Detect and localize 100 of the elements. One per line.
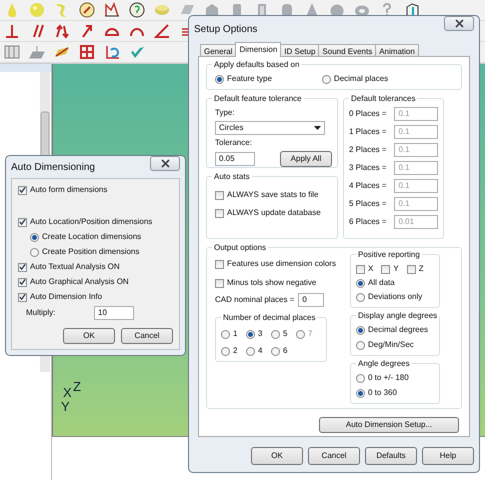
close-button[interactable] xyxy=(150,156,180,171)
option-label: ALWAYS save stats to file xyxy=(227,189,318,201)
close-icon xyxy=(160,159,170,168)
field-label: 1 Places = xyxy=(349,126,388,138)
checkbox[interactable] xyxy=(18,292,27,302)
radio-button[interactable] xyxy=(30,248,39,256)
panel-header xyxy=(0,64,51,72)
option-label: Z xyxy=(418,263,424,275)
radio-button[interactable] xyxy=(322,74,331,84)
axis-label: Y xyxy=(61,400,70,413)
checkbox[interactable] xyxy=(215,278,224,288)
radio-button[interactable] xyxy=(221,330,230,338)
field-label: 4 Places = xyxy=(349,180,388,192)
option-label: Auto Dimension Info xyxy=(30,291,102,303)
group-title: Output options xyxy=(212,242,268,254)
option-label: 0 to +/- 180 xyxy=(368,372,409,384)
dialog-title: Auto Dimensioning xyxy=(11,160,95,174)
field-label: Type: xyxy=(215,107,236,119)
checkbox[interactable] xyxy=(18,262,27,272)
apply-all-button[interactable]: Apply All xyxy=(280,151,332,167)
rotate-axes-icon[interactable] xyxy=(104,44,120,60)
dialog-button[interactable]: Help xyxy=(422,447,474,465)
radio-button[interactable] xyxy=(215,74,224,84)
option-label: ALWAYS update database xyxy=(227,207,321,219)
option-label: 1 xyxy=(233,328,238,340)
multiply-field[interactable]: 10 xyxy=(94,306,134,320)
checkbox[interactable] xyxy=(215,190,224,200)
field-label: 5 Places = xyxy=(349,198,388,210)
radio-button[interactable] xyxy=(356,278,365,288)
axis-label: X xyxy=(63,386,72,399)
option-label: Decimal places xyxy=(334,73,388,85)
field-label: 6 Places = xyxy=(349,216,388,228)
frame-icon[interactable] xyxy=(79,44,95,60)
option-label: Create Location dimensions xyxy=(42,231,142,243)
option-label: Auto Textual Analysis ON xyxy=(30,261,120,273)
option-label: 4 xyxy=(258,345,262,357)
option-label: Decimal degrees xyxy=(368,324,428,336)
option-label: 5 xyxy=(283,328,288,340)
radio-button[interactable] xyxy=(30,232,39,242)
checkbox[interactable] xyxy=(381,264,390,274)
close-icon xyxy=(454,19,464,28)
checkbox[interactable] xyxy=(18,278,27,286)
radio-button[interactable] xyxy=(246,346,255,356)
radio-button[interactable] xyxy=(246,330,255,338)
group-title: Display angle degrees xyxy=(356,310,440,322)
check-icon[interactable] xyxy=(129,44,145,60)
dialog-button[interactable]: Defaults xyxy=(365,447,417,465)
option-label: Auto form dimensions xyxy=(30,184,108,196)
option-label: Features use dimension colors xyxy=(227,258,336,270)
group-title: Positive reporting xyxy=(356,249,422,261)
gauge-icon[interactable] xyxy=(129,2,145,18)
checkbox[interactable] xyxy=(18,218,27,226)
type-dropdown[interactable]: Circles xyxy=(215,121,325,135)
plane-icon[interactable] xyxy=(29,44,45,60)
option-label: Deg/Min/Sec xyxy=(368,339,414,351)
setup-button[interactable]: Auto Dimension Setup... xyxy=(319,417,459,433)
option-label: 2 xyxy=(233,345,238,357)
radio-button[interactable] xyxy=(271,330,280,338)
tab[interactable]: General xyxy=(200,44,236,57)
block-icon[interactable] xyxy=(204,2,220,18)
checkbox[interactable] xyxy=(18,186,27,194)
field-label: 2 Places = xyxy=(349,144,388,156)
radio-button[interactable] xyxy=(356,292,365,302)
gauge-icon[interactable] xyxy=(79,2,95,18)
checkbox[interactable] xyxy=(215,208,224,218)
radio-button[interactable] xyxy=(356,374,365,382)
field-label: 0 Places = xyxy=(349,108,388,120)
dialog-button[interactable]: OK xyxy=(251,447,303,465)
radio-button[interactable] xyxy=(356,340,365,350)
radio-button[interactable] xyxy=(356,388,365,398)
field-label: 3 Places = xyxy=(349,162,388,174)
tab[interactable]: Dimension xyxy=(235,42,282,57)
angle-icon[interactable] xyxy=(154,23,170,39)
checkbox[interactable] xyxy=(406,264,416,274)
option-label: 7 xyxy=(308,328,312,340)
tab[interactable]: Sound Events xyxy=(318,44,376,57)
dialog-button[interactable]: Cancel xyxy=(308,447,360,465)
option-label: X xyxy=(368,263,374,275)
option-label: All data xyxy=(368,277,395,289)
radio-button[interactable] xyxy=(271,346,280,356)
tolerance-field[interactable]: 0.05 xyxy=(215,152,255,166)
dialog-button[interactable]: Cancel xyxy=(121,328,173,344)
radio-button[interactable] xyxy=(221,346,230,356)
line-icon[interactable] xyxy=(54,44,70,60)
perpendicular-icon[interactable] xyxy=(4,23,20,39)
option-label: Auto Graphical Analysis ON xyxy=(30,276,129,288)
checkbox[interactable] xyxy=(215,260,224,268)
arrows-icon[interactable] xyxy=(54,23,70,39)
grid-icon[interactable] xyxy=(4,44,20,60)
dialog-button[interactable]: OK xyxy=(63,328,115,344)
checkbox[interactable] xyxy=(356,264,365,274)
cad-nominal-field[interactable]: 0 xyxy=(298,293,324,307)
option-label: Create Position dimensions xyxy=(42,246,140,258)
tab[interactable]: Animation xyxy=(375,44,419,57)
close-button[interactable] xyxy=(444,16,474,31)
profile-icon[interactable] xyxy=(104,2,120,18)
group-title: Angle degrees xyxy=(356,358,412,370)
radio-button[interactable] xyxy=(356,326,365,334)
option-label: 0 to 360 xyxy=(368,387,397,399)
option-label: Auto Location/Position dimensions xyxy=(30,216,152,228)
